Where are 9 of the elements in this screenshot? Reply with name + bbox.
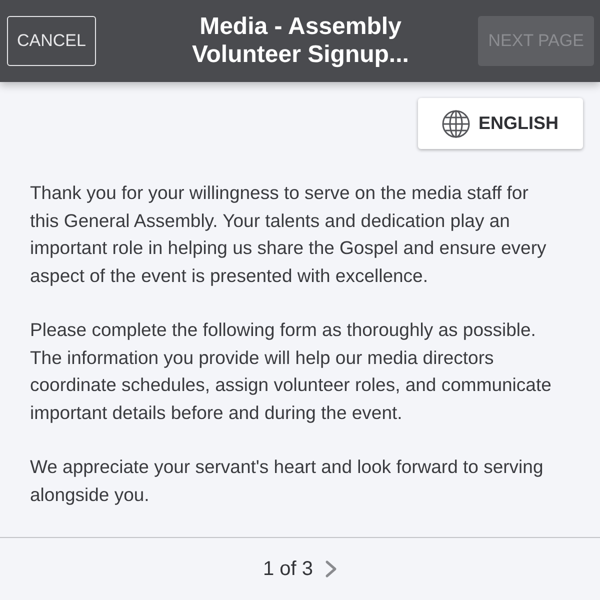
intro-paragraph: We appreciate your servant's heart and look forward to serving alongside you. [30, 455, 544, 507]
language-button[interactable]: ENGLISH [418, 98, 583, 149]
chevron-right-icon[interactable] [325, 560, 338, 578]
globe-icon [442, 110, 470, 138]
page-indicator: 1 of 3 [262, 558, 314, 580]
intro-paragraph: Please complete the following form as thoroughly as possible. The information you provide will help our media directors coordinate schedules, assign volunteer roles, and communicate important details before and during the event. [30, 318, 552, 425]
cancel-button[interactable]: CANCEL [7, 16, 96, 66]
form-title: Media - Assembly Volunteer Signup... [191, 13, 410, 69]
intro-paragraph: Thank you for your willingness to serve on the media staff for this General Assembly. Your talents and dedication play an important role in helping us share the Gospel and ensure every aspect of the event is presented with excellence. [30, 181, 548, 288]
